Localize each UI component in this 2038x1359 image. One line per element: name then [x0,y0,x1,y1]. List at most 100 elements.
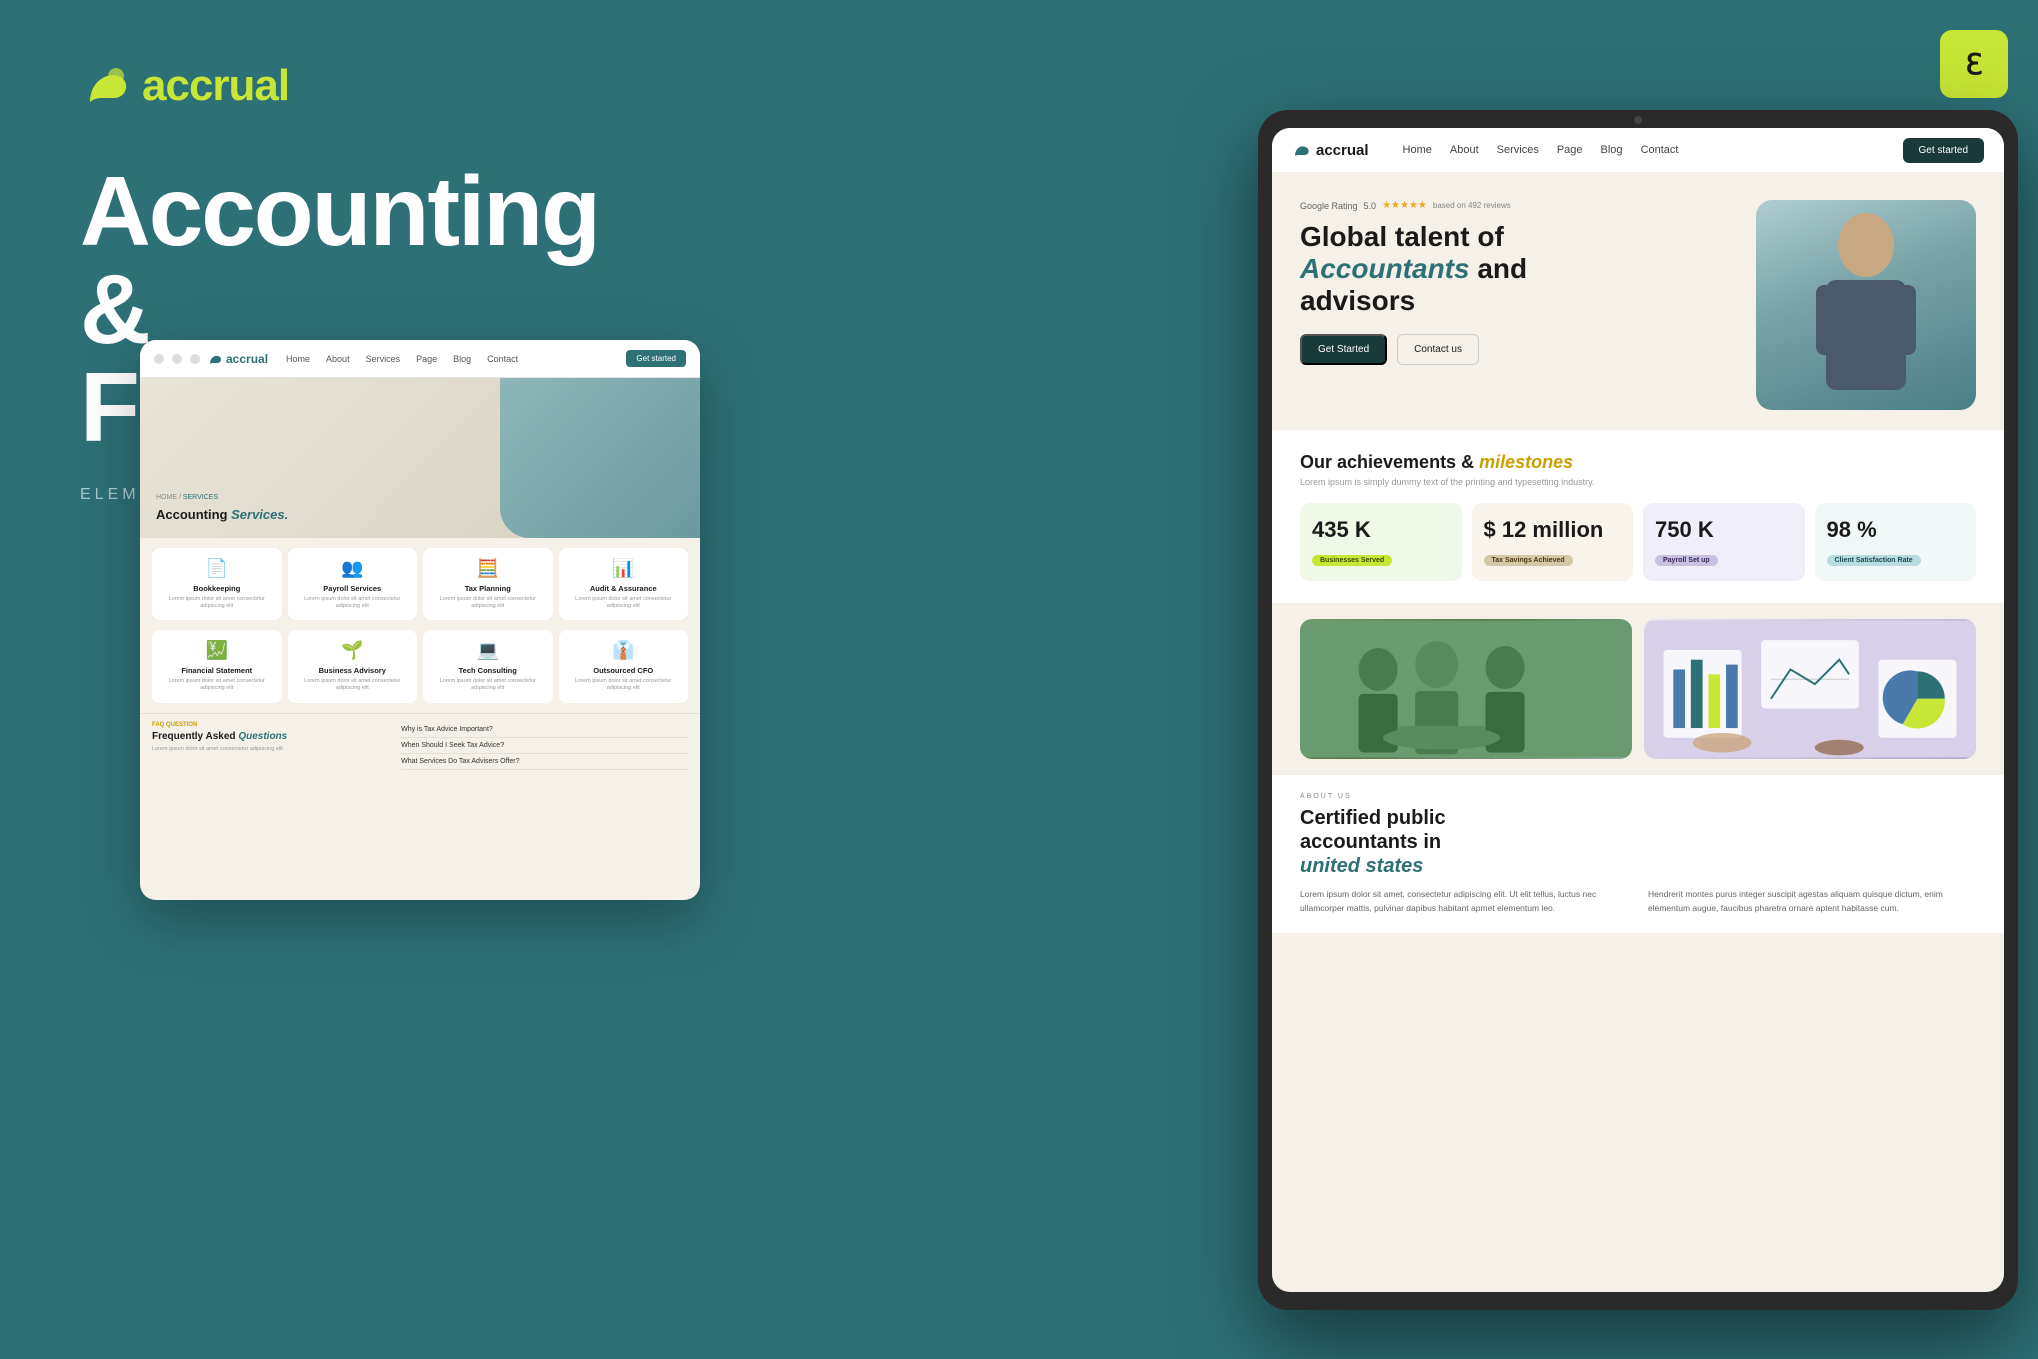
achievement-badge: Payroll Set up [1655,555,1718,566]
service-desc: Lorem ipsum dolor sit amet consectetur a… [160,678,274,692]
service-name: Audit & Assurance [567,584,681,593]
tablet-hero-image [1756,200,1976,410]
rating-value: 5.0 [1364,201,1377,211]
hero-title: Accounting Services. [156,507,288,522]
service-card-financial: 💹 Financial Statement Lorem ipsum dolor … [152,630,282,702]
service-desc: Lorem ipsum dolor sit amet consectetur a… [296,596,410,610]
achievement-badge: Client Satisfaction Rate [1827,555,1921,566]
achievements-title-em: milestones [1479,452,1573,472]
tablet-inner: accrual Home About Services Page Blog Co… [1272,128,2004,1292]
achievement-card-satisfaction: 98 % Client Satisfaction Rate [1815,503,1977,581]
hero-title-em: Accountants [1300,253,1470,284]
service-name: Outsourced CFO [567,666,681,675]
service-card-tech: 💻 Tech Consulting Lorem ipsum dolor sit … [423,630,553,702]
elementor-icon: ℇ [1965,48,1982,81]
small-get-started-btn[interactable]: Get started [626,350,686,367]
service-name: Tax Planning [431,584,545,593]
achievement-badge: Tax Savings Achieved [1484,555,1573,566]
elementor-badge: ℇ [1940,30,2008,98]
browser-dot-1 [154,354,164,364]
service-name: Bookkeeping [160,584,274,593]
achievement-badge: Businesses Served [1312,555,1392,566]
google-rating: Google Rating 5.0 ★★★★★ based on 492 rev… [1300,200,1736,211]
service-desc: Lorem ipsum dolor sit amet consectetur a… [296,678,410,692]
service-card-bookkeeping: 📄 Bookkeeping Lorem ipsum dolor sit amet… [152,548,282,620]
tablet-camera [1634,116,1642,124]
hero-text: HOME / SERVICES Accounting Services. [156,494,288,522]
service-name: Tech Consulting [431,666,545,675]
rating-reviews: based on 492 reviews [1433,201,1511,210]
tablet-get-started-btn[interactable]: Get started [1903,138,1984,163]
bookkeeping-icon: 📄 [160,558,274,579]
nav-contact[interactable]: Contact [1641,144,1679,156]
service-desc: Lorem ipsum dolor sit amet consectetur a… [431,678,545,692]
hero-photo [1756,200,1976,410]
hero-buttons: Get Started Contact us [1300,334,1736,365]
service-desc: Lorem ipsum dolor sit amet consectetur a… [567,596,681,610]
achievements-desc: Lorem ipsum is simply dummy text of the … [1300,477,1976,487]
tablet-mockup: accrual Home About Services Page Blog Co… [1258,110,2018,1310]
nav-home[interactable]: Home [1403,144,1432,156]
photos-section [1272,603,2004,775]
faq-label: FAQ QUESTION [152,722,391,728]
nav-page[interactable]: Page [1557,144,1583,156]
faq-desc: Lorem ipsum dolor sit amet consectetur a… [152,746,391,752]
service-name: Payroll Services [296,584,410,593]
faq-title-em: Questions [238,731,287,742]
faq-question-2: When Should I Seek Tax Advice? [401,738,688,754]
services-grid-row2: 💹 Financial Statement Lorem ipsum dolor … [140,630,700,712]
audit-icon: 📊 [567,558,681,579]
browser-bar: accrual Home About Services Page Blog Co… [140,340,700,378]
faq-question-3: What Services Do Tax Advisers Offer? [401,754,688,770]
tablet-hero-left: Google Rating 5.0 ★★★★★ based on 492 rev… [1300,200,1736,365]
about-title: Certified publicaccountants in united st… [1300,806,1976,878]
nav-about[interactable]: About [1450,144,1479,156]
about-label: ABOUT US [1300,793,1976,800]
about-title-em: united states [1300,855,1423,877]
about-text-1: Lorem ipsum dolor sit amet, consectetur … [1300,888,1628,915]
achievement-number: 750 K [1655,517,1793,543]
service-card-advisory: 🌱 Business Advisory Lorem ipsum dolor si… [288,630,418,702]
rating-stars: ★★★★★ [1382,200,1427,211]
browser-nav: Home About Services Page Blog Contact [286,354,518,364]
tablet-nav-links: Home About Services Page Blog Contact [1403,144,1679,156]
service-desc: Lorem ipsum dolor sit amet consectetur a… [160,596,274,610]
service-card-tax: 🧮 Tax Planning Lorem ipsum dolor sit ame… [423,548,553,620]
achievement-number: 435 K [1312,517,1450,543]
nav-services[interactable]: Services [1497,144,1539,156]
nav-blog[interactable]: Blog [1601,144,1623,156]
about-section: ABOUT US Certified publicaccountants in … [1272,775,2004,933]
hero-image [500,378,700,538]
financial-icon: 💹 [160,640,274,661]
rating-label: Google Rating [1300,201,1358,211]
hero-title: Global talent of Accountants andadvisors [1300,221,1736,318]
achievements-section: Our achievements & milestones Lorem ipsu… [1272,430,2004,603]
achievement-card-payroll: 750 K Payroll Set up [1643,503,1805,581]
contact-us-btn[interactable]: Contact us [1397,334,1479,365]
get-started-btn[interactable]: Get Started [1300,334,1387,365]
service-card-cfo: 👔 Outsourced CFO Lorem ipsum dolor sit a… [559,630,689,702]
faq-left: FAQ QUESTION Frequently Asked Questions … [152,722,391,770]
faq-title: Frequently Asked Questions [152,731,391,742]
services-grid: 📄 Bookkeeping Lorem ipsum dolor sit amet… [140,538,700,630]
breadcrumb: HOME / SERVICES [156,494,288,501]
achievement-number: $ 12 million [1484,517,1622,543]
logo-area: accrual [80,60,660,112]
charts-photo [1644,619,1976,759]
service-desc: Lorem ipsum dolor sit amet consectetur a… [431,596,545,610]
meeting-photo [1300,619,1632,759]
service-card-audit: 📊 Audit & Assurance Lorem ipsum dolor si… [559,548,689,620]
service-card-payroll: 👥 Payroll Services Lorem ipsum dolor sit… [288,548,418,620]
cfo-icon: 👔 [567,640,681,661]
service-name: Business Advisory [296,666,410,675]
achievements-title: Our achievements & milestones [1300,452,1976,473]
tax-icon: 🧮 [431,558,545,579]
faq-questions: Why is Tax Advice Important? When Should… [401,722,688,770]
advisory-icon: 🌱 [296,640,410,661]
logo-icon [80,60,132,112]
faq-section: FAQ QUESTION Frequently Asked Questions … [140,713,700,778]
logo-text: accrual [142,61,289,111]
browser-dot-3 [190,354,200,364]
small-logo: accrual [208,352,268,366]
tablet-hero: Google Rating 5.0 ★★★★★ based on 492 rev… [1272,172,2004,430]
